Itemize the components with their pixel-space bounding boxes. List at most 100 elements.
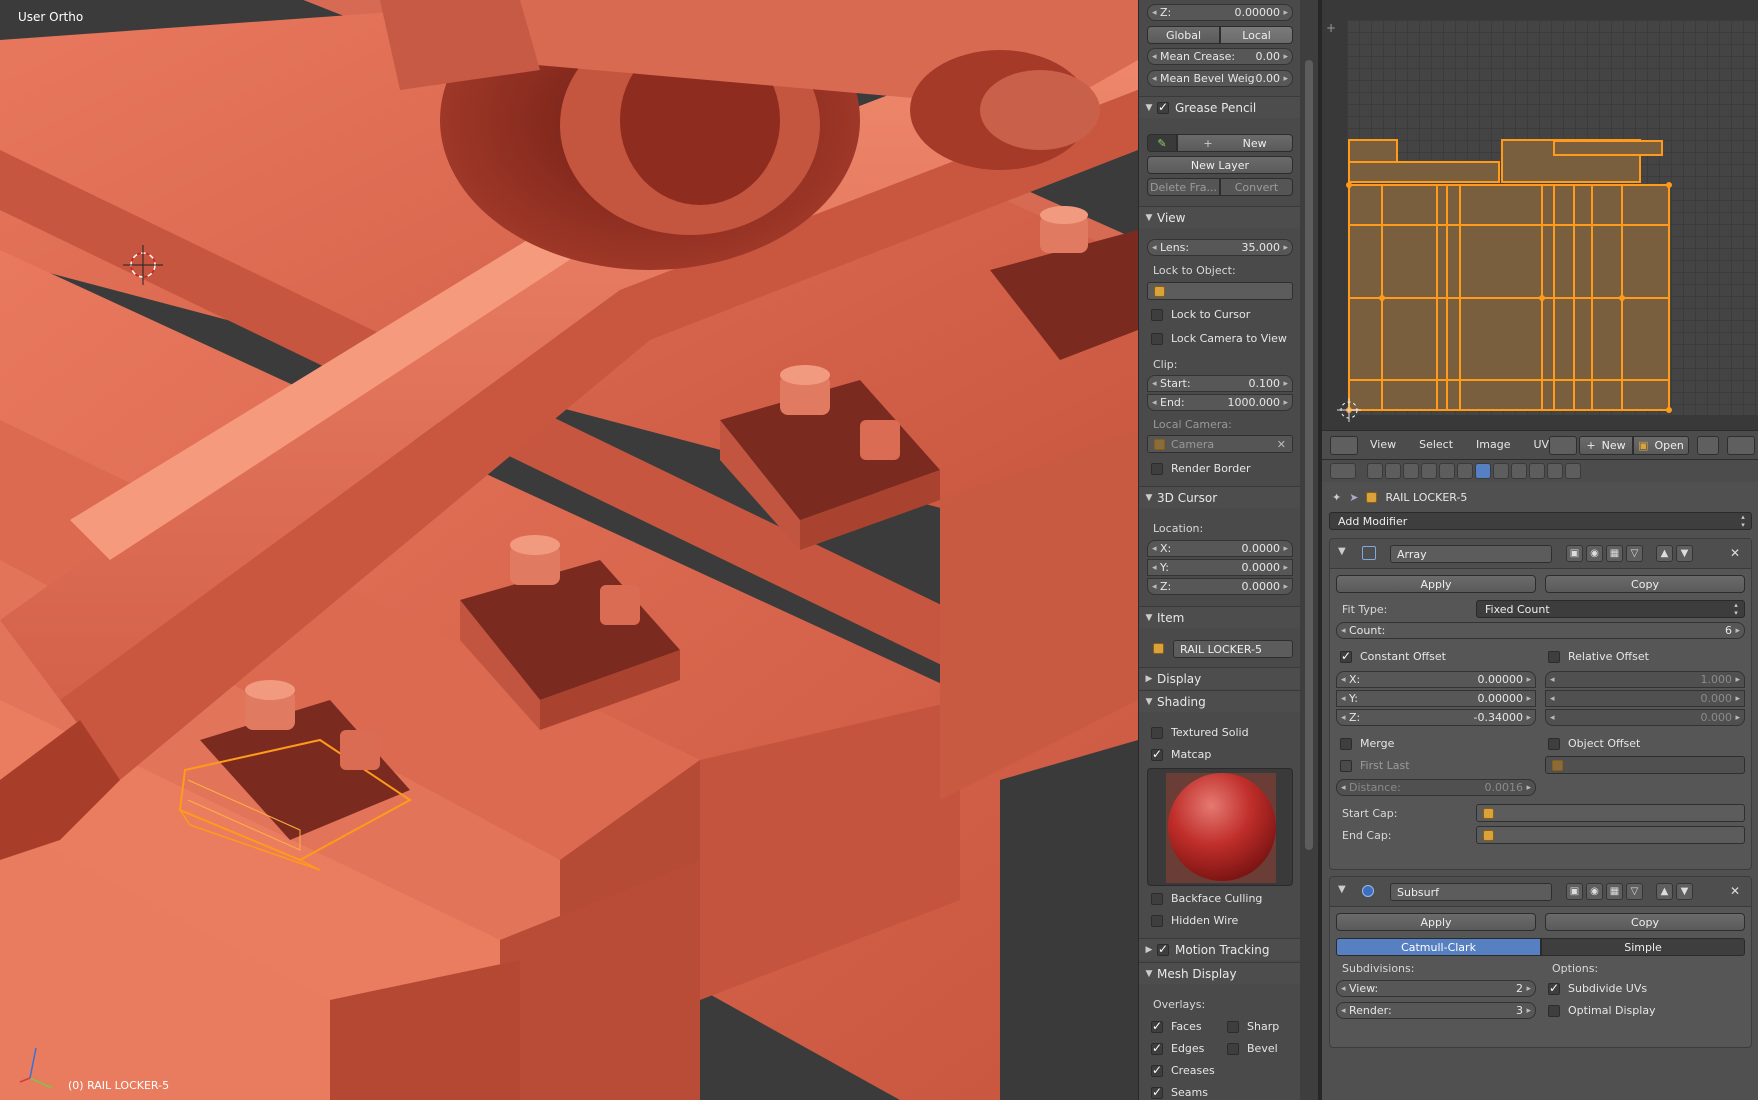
scrollbar-thumb[interactable]	[1305, 60, 1313, 850]
motion-tracking-header[interactable]: ▶Motion Tracking	[1139, 938, 1301, 960]
pencil-icon[interactable]: ✎	[1147, 134, 1177, 152]
delete-frame-button[interactable]: Delete Fra...	[1147, 178, 1220, 196]
modifier-name-field[interactable]: Array	[1390, 545, 1552, 563]
object-offset-checkbox[interactable]	[1548, 737, 1560, 750]
transform-z-field[interactable]: Z:0.00000	[1147, 4, 1293, 21]
clear-x-icon[interactable]: ✕	[1277, 438, 1286, 451]
bevel-toggle[interactable]: Bevel	[1227, 1042, 1278, 1055]
render-layers-tab-icon[interactable]	[1385, 463, 1401, 479]
modifiers-tab-icon[interactable]	[1475, 463, 1491, 479]
bevel-checkbox[interactable]	[1227, 1042, 1239, 1055]
optimal-display-toggle[interactable]: Optimal Display	[1548, 1004, 1656, 1017]
grease-pencil-checkbox[interactable]	[1157, 100, 1169, 114]
subdivide-uvs-checkbox[interactable]	[1548, 981, 1560, 995]
subdivide-uvs-toggle[interactable]: Subdivide UVs	[1548, 981, 1647, 995]
3d-viewport[interactable]: User Ortho (0) RAIL LOCKER-5	[0, 0, 1138, 1100]
merge-toggle[interactable]: Merge	[1340, 737, 1394, 750]
close-icon[interactable]: ✕	[1730, 884, 1740, 898]
constant-offset-toggle[interactable]: Constant Offset	[1340, 649, 1446, 663]
render-border-toggle[interactable]: Render Border	[1151, 462, 1251, 475]
subsurf-copy-button[interactable]: Copy	[1545, 913, 1745, 931]
lock-to-cursor-checkbox[interactable]	[1151, 308, 1163, 321]
pin-icon[interactable]	[1697, 436, 1719, 455]
relative-z-field[interactable]: 0.000	[1545, 709, 1745, 726]
edit-mode-icon[interactable]: ▦	[1606, 883, 1623, 900]
first-last-toggle[interactable]: First Last	[1340, 759, 1410, 772]
sharp-toggle[interactable]: Sharp	[1227, 1020, 1279, 1033]
on-cage-icon[interactable]: ▽	[1626, 883, 1643, 900]
shading-header[interactable]: ▼ Shading	[1139, 690, 1301, 712]
modifier-name-field[interactable]: Subsurf	[1390, 883, 1552, 901]
grease-new-button[interactable]: + New	[1177, 134, 1293, 152]
count-field[interactable]: Count:6	[1336, 622, 1745, 639]
texture-tab-icon[interactable]	[1529, 463, 1545, 479]
subsurf-apply-button[interactable]: Apply	[1336, 913, 1536, 931]
uv-sync-icon[interactable]	[1727, 436, 1755, 455]
lock-camera-checkbox[interactable]	[1151, 332, 1163, 345]
display-header[interactable]: ▶ Display	[1139, 667, 1301, 689]
move-down-icon[interactable]: ▼	[1676, 545, 1693, 562]
relative-y-field[interactable]: 0.000	[1545, 690, 1745, 707]
global-toggle[interactable]: Global	[1147, 26, 1220, 44]
simple-toggle[interactable]: Simple	[1541, 938, 1745, 956]
constant-y-field[interactable]: Y:0.00000	[1336, 690, 1536, 707]
visibility-eye-icon[interactable]: ◉	[1586, 545, 1603, 562]
start-cap-field[interactable]	[1476, 804, 1745, 822]
render-border-checkbox[interactable]	[1151, 462, 1163, 475]
pin-icon[interactable]: ✦	[1332, 491, 1341, 504]
menu-select[interactable]: Select	[1419, 438, 1453, 451]
move-down-icon[interactable]: ▼	[1676, 883, 1693, 900]
local-camera-field[interactable]: Camera ✕	[1147, 435, 1293, 453]
uv-editor[interactable]: +	[1322, 0, 1758, 430]
clip-end-field[interactable]: End:1000.000	[1147, 394, 1293, 411]
menu-image[interactable]: Image	[1476, 438, 1510, 451]
lock-object-field[interactable]	[1147, 282, 1293, 300]
render-toggle-icon[interactable]: ▣	[1566, 883, 1583, 900]
on-cage-icon[interactable]: ▽	[1626, 545, 1643, 562]
close-icon[interactable]: ✕	[1730, 546, 1740, 560]
mean-bevel-field[interactable]: Mean Bevel Weig:0.00	[1147, 70, 1293, 87]
relative-offset-checkbox[interactable]	[1548, 650, 1560, 663]
convert-button[interactable]: Convert	[1220, 178, 1293, 196]
cursor-y-field[interactable]: Y:0.0000	[1147, 559, 1293, 576]
faces-toggle[interactable]: Faces	[1151, 1019, 1202, 1033]
collapse-arrow-icon[interactable]: ▼	[1338, 546, 1346, 557]
seams-checkbox[interactable]	[1151, 1085, 1163, 1099]
relative-x-field[interactable]: 1.000	[1545, 671, 1745, 688]
view-panel-header[interactable]: ▼ View	[1139, 206, 1301, 228]
textured-solid-toggle[interactable]: Textured Solid	[1151, 726, 1249, 739]
mean-crease-field[interactable]: Mean Crease:0.00	[1147, 48, 1293, 65]
visibility-eye-icon[interactable]: ◉	[1586, 883, 1603, 900]
object-offset-toggle[interactable]: Object Offset	[1548, 737, 1640, 750]
array-copy-button[interactable]: Copy	[1545, 575, 1745, 593]
seams-toggle[interactable]: Seams	[1151, 1085, 1208, 1099]
creases-toggle[interactable]: Creases	[1151, 1063, 1215, 1077]
lock-to-cursor-toggle[interactable]: Lock to Cursor	[1151, 308, 1250, 321]
add-modifier-dropdown[interactable]: Add Modifier	[1329, 512, 1752, 530]
sharp-checkbox[interactable]	[1227, 1020, 1239, 1033]
backface-culling-toggle[interactable]: Backface Culling	[1151, 892, 1262, 905]
image-open-button[interactable]: ▣ Open	[1633, 436, 1689, 455]
material-tab-icon[interactable]	[1511, 463, 1527, 479]
constraints-tab-icon[interactable]	[1457, 463, 1473, 479]
mesh-display-header[interactable]: ▼ Mesh Display	[1139, 962, 1301, 984]
edges-toggle[interactable]: Edges	[1151, 1041, 1204, 1055]
edit-mode-icon[interactable]: ▦	[1606, 545, 1623, 562]
creases-checkbox[interactable]	[1151, 1063, 1163, 1077]
constant-offset-checkbox[interactable]	[1340, 649, 1352, 663]
move-up-icon[interactable]: ▲	[1656, 883, 1673, 900]
new-layer-button[interactable]: New Layer	[1147, 156, 1293, 174]
shelf-scrollbar[interactable]	[1300, 0, 1318, 1100]
hidden-wire-toggle[interactable]: Hidden Wire	[1151, 914, 1238, 927]
scene-tab-icon[interactable]	[1403, 463, 1419, 479]
backface-culling-checkbox[interactable]	[1151, 892, 1163, 905]
matcap-checkbox[interactable]	[1151, 747, 1163, 761]
constant-z-field[interactable]: Z:-0.34000	[1336, 709, 1536, 726]
physics-tab-icon[interactable]	[1565, 463, 1581, 479]
render-toggle-icon[interactable]: ▣	[1566, 545, 1583, 562]
data-tab-icon[interactable]	[1493, 463, 1509, 479]
image-new-button[interactable]: + New	[1579, 436, 1633, 455]
matcap-toggle[interactable]: Matcap	[1151, 747, 1211, 761]
catmull-clark-toggle[interactable]: Catmull-Clark	[1336, 938, 1541, 956]
subdiv-view-field[interactable]: View:2	[1336, 980, 1536, 997]
